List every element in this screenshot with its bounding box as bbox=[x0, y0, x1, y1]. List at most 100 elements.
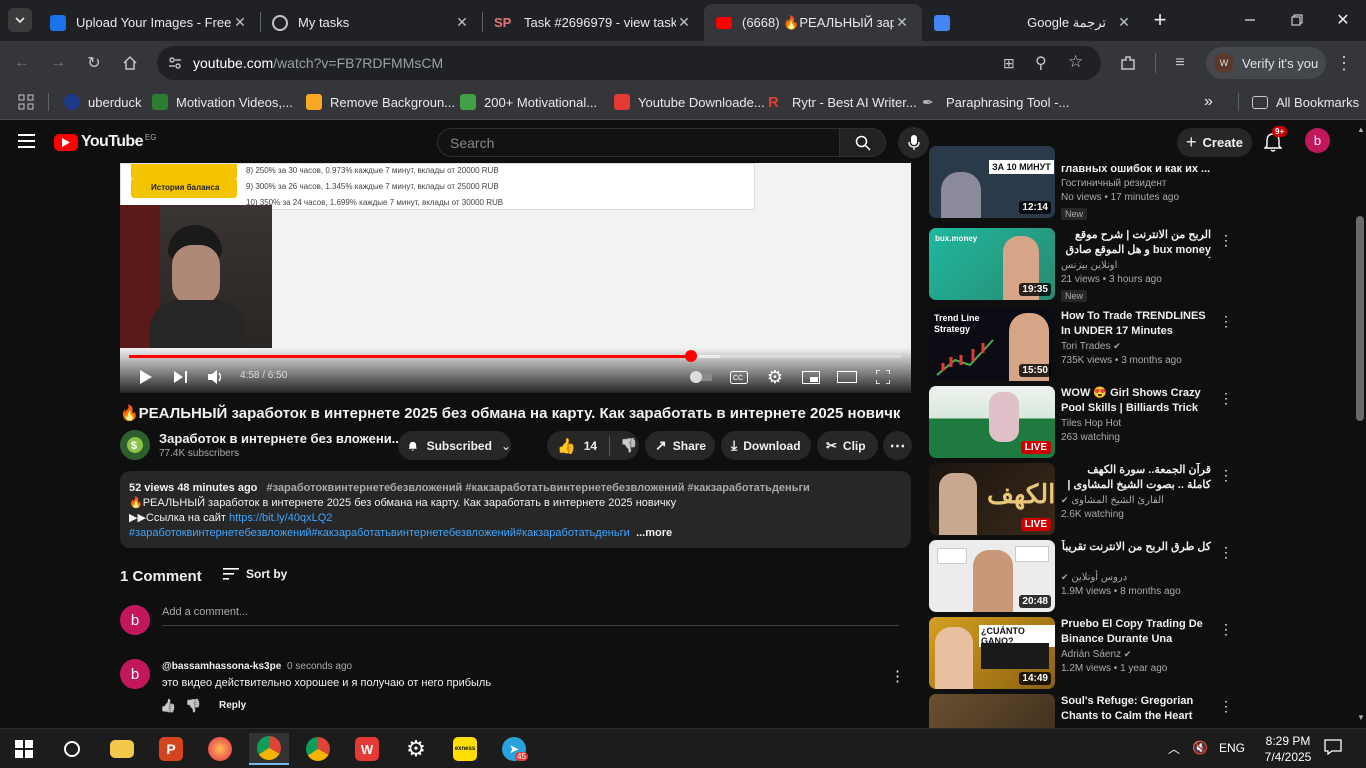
hashtag-links[interactable]: #заработоквинтернетебезвложений#какзараб… bbox=[129, 526, 629, 541]
more-options-icon[interactable]: ⋮ bbox=[1219, 313, 1233, 330]
close-icon[interactable]: ✕ bbox=[894, 14, 910, 31]
zoom-icon[interactable]: ⚲ bbox=[1035, 53, 1047, 73]
share-button[interactable]: ↗ Share bbox=[645, 431, 715, 460]
reply-button[interactable]: Reply bbox=[219, 700, 246, 711]
video-thumbnail[interactable]: ЗА 10 МИНУТ 12:14 bbox=[929, 146, 1055, 218]
description-box[interactable]: 52 views 48 minutes ago #заработоквинтер… bbox=[120, 471, 911, 548]
more-options-icon[interactable]: ⋮ bbox=[1219, 698, 1233, 715]
media-controls-icon[interactable]: ≡ bbox=[1168, 51, 1192, 75]
channel-name[interactable]: Заработок в интернете без вложени... bbox=[159, 431, 403, 446]
video-thumbnail[interactable]: ¿CUÁNTO GANO? 14:49 bbox=[929, 617, 1055, 689]
show-more-link[interactable]: ...more bbox=[636, 527, 672, 539]
recommendation-item[interactable]: Trend Line Strategy 15:50 How To Trade T… bbox=[929, 309, 1354, 381]
site-info-icon[interactable] bbox=[167, 55, 183, 71]
close-icon[interactable]: ✕ bbox=[232, 14, 248, 31]
show-hidden-icons-chevron-icon[interactable]: ︿ bbox=[1168, 740, 1180, 757]
thumbs-up-icon[interactable]: 👍 bbox=[557, 437, 576, 455]
bookmark-star-icon[interactable]: ☆ bbox=[1068, 52, 1083, 72]
firefox-button[interactable] bbox=[200, 733, 240, 765]
video-thumbnail[interactable]: Trend Line Strategy 15:50 bbox=[929, 309, 1055, 381]
bookmark-uberduck[interactable]: uberduck bbox=[64, 92, 141, 112]
wps-presentation-button[interactable]: P bbox=[151, 733, 191, 765]
bookmark-motivational[interactable]: 200+ Motivational... bbox=[460, 92, 597, 112]
scroll-up-arrow-icon[interactable]: ▲ bbox=[1357, 125, 1365, 134]
video-thumbnail[interactable]: bux.money 19:35 bbox=[929, 228, 1055, 300]
chrome-active-button[interactable] bbox=[249, 733, 289, 765]
settings-gear-icon[interactable]: ⚙ bbox=[764, 366, 786, 388]
add-comment-input[interactable]: Add a comment... bbox=[162, 606, 899, 626]
bookmark-motivation-videos[interactable]: Motivation Videos,... bbox=[152, 92, 293, 112]
sort-by-button[interactable]: Sort by bbox=[223, 567, 287, 581]
hamburger-menu-icon[interactable] bbox=[18, 134, 36, 148]
subtitles-icon[interactable]: CC bbox=[728, 366, 750, 388]
close-icon[interactable]: ✕ bbox=[676, 14, 692, 31]
more-bookmarks-chevron-icon[interactable]: » bbox=[1204, 92, 1213, 112]
subscribed-button[interactable]: Subscribed ⌄ bbox=[398, 431, 511, 460]
volume-muted-icon[interactable]: 🔇 bbox=[1192, 740, 1208, 756]
bookmark-paraphrasing[interactable]: ✒ Paraphrasing Tool -... bbox=[922, 92, 1069, 112]
miniplayer-icon[interactable] bbox=[800, 366, 822, 388]
reload-icon[interactable]: ↻ bbox=[82, 51, 106, 75]
chrome-button[interactable] bbox=[298, 733, 338, 765]
play-icon[interactable] bbox=[135, 366, 157, 388]
tab-youtube-video[interactable]: (6668) 🔥РЕАЛЬНЫЙ зараб ✕ bbox=[704, 4, 922, 41]
comment-author[interactable]: @bassamhassona-ks3pe bbox=[162, 661, 281, 672]
start-button[interactable] bbox=[4, 733, 44, 765]
scrubber-handle[interactable] bbox=[685, 350, 698, 362]
hashtag-line[interactable]: #заработоквинтернетебезвложений #какзара… bbox=[266, 482, 809, 494]
exness-button[interactable]: exness bbox=[445, 733, 485, 765]
youtube-logo[interactable]: YouTube EG bbox=[54, 133, 156, 151]
thumbs-down-icon[interactable]: 👎 bbox=[620, 437, 637, 454]
apps-grid-icon[interactable] bbox=[18, 94, 34, 110]
close-icon[interactable]: ✕ bbox=[454, 14, 470, 31]
clock[interactable]: 8:29 PM 7/4/2025 bbox=[1258, 733, 1318, 765]
video-thumbnail[interactable]: الكهف LIVE bbox=[929, 463, 1055, 535]
telegram-button[interactable]: ➤ 45 bbox=[494, 733, 534, 765]
comment-like-icon[interactable]: 👍 bbox=[160, 698, 176, 714]
tab-google-translate[interactable]: Google ترجمة ✕ bbox=[922, 4, 1144, 41]
video-thumbnail[interactable]: LIVE bbox=[929, 386, 1055, 458]
all-bookmarks-button[interactable]: All Bookmarks bbox=[1252, 92, 1359, 112]
forward-arrow-icon[interactable]: → bbox=[46, 51, 70, 75]
download-button[interactable]: ⤓ Download bbox=[721, 431, 811, 460]
bookmark-youtube-downloader[interactable]: Youtube Downloade... bbox=[614, 92, 765, 112]
more-options-icon[interactable]: ⋮ bbox=[1219, 390, 1233, 407]
address-bar[interactable]: youtube.com/watch?v=FB7RDFMMsCM ⊞ ⚲ ☆ bbox=[157, 46, 1101, 80]
recommendation-item[interactable]: ЗА 10 МИНУТ 12:14 главных ошибок и как и… bbox=[929, 146, 1354, 220]
minimize-icon[interactable] bbox=[1238, 8, 1262, 32]
bookmark-remove-background[interactable]: Remove Backgroun... bbox=[306, 92, 455, 112]
video-thumbnail[interactable]: 20:48 bbox=[929, 540, 1055, 612]
verify-profile-button[interactable]: W Verify it's you bbox=[1206, 47, 1326, 79]
settings-button[interactable]: ⚙ bbox=[396, 733, 436, 765]
recommendation-item[interactable]: LIVE WOW 😍 Girl Shows Crazy Pool Skills … bbox=[929, 386, 1354, 458]
progress-bar[interactable] bbox=[129, 350, 901, 362]
more-options-icon[interactable]: ⋮ bbox=[1219, 544, 1233, 561]
search-taskbar-button[interactable] bbox=[52, 733, 92, 765]
more-options-icon[interactable]: ⋮ bbox=[1219, 621, 1233, 638]
close-icon[interactable]: ✕ bbox=[1116, 14, 1132, 31]
video-thumbnail[interactable] bbox=[929, 694, 1055, 728]
theater-mode-icon[interactable] bbox=[836, 366, 858, 388]
more-actions-button[interactable]: ⋯ bbox=[883, 431, 912, 460]
wps-office-button[interactable]: W bbox=[347, 733, 387, 765]
fullscreen-icon[interactable] bbox=[872, 366, 894, 388]
scrollbar-thumb[interactable] bbox=[1356, 216, 1364, 421]
home-icon[interactable] bbox=[118, 51, 142, 75]
recommendation-item[interactable]: Soul's Refuge: Gregorian Chants to Calm … bbox=[929, 694, 1354, 728]
voice-search-button[interactable] bbox=[898, 127, 929, 158]
back-arrow-icon[interactable]: ← bbox=[10, 51, 34, 75]
recommendation-item[interactable]: الكهف LIVE قرآن الجمعة.. سورة الكهف كامل… bbox=[929, 463, 1354, 535]
comment-avatar[interactable]: b bbox=[120, 659, 150, 689]
tab-upload-images[interactable]: Upload Your Images - Free I ✕ bbox=[38, 4, 260, 41]
tab-my-tasks[interactable]: My tasks ✕ bbox=[260, 4, 482, 41]
recommendation-item[interactable]: 20:48 كل طرق الربح من الانترنت تقريباً ✔… bbox=[929, 540, 1354, 612]
new-tab-plus-icon[interactable]: + bbox=[1148, 7, 1172, 32]
clip-button[interactable]: ✂ Clip bbox=[817, 431, 878, 460]
video-player[interactable]: История баланса 8) 250% за 30 часов, 0.9… bbox=[120, 163, 911, 393]
close-window-icon[interactable]: ✕ bbox=[1331, 8, 1355, 32]
comment-more-icon[interactable]: ⋮ bbox=[890, 667, 905, 685]
more-options-icon[interactable]: ⋮ bbox=[1219, 232, 1233, 249]
file-explorer-button[interactable] bbox=[102, 733, 142, 765]
tab-search-button[interactable] bbox=[8, 8, 32, 32]
notification-center-icon[interactable] bbox=[1324, 739, 1342, 756]
